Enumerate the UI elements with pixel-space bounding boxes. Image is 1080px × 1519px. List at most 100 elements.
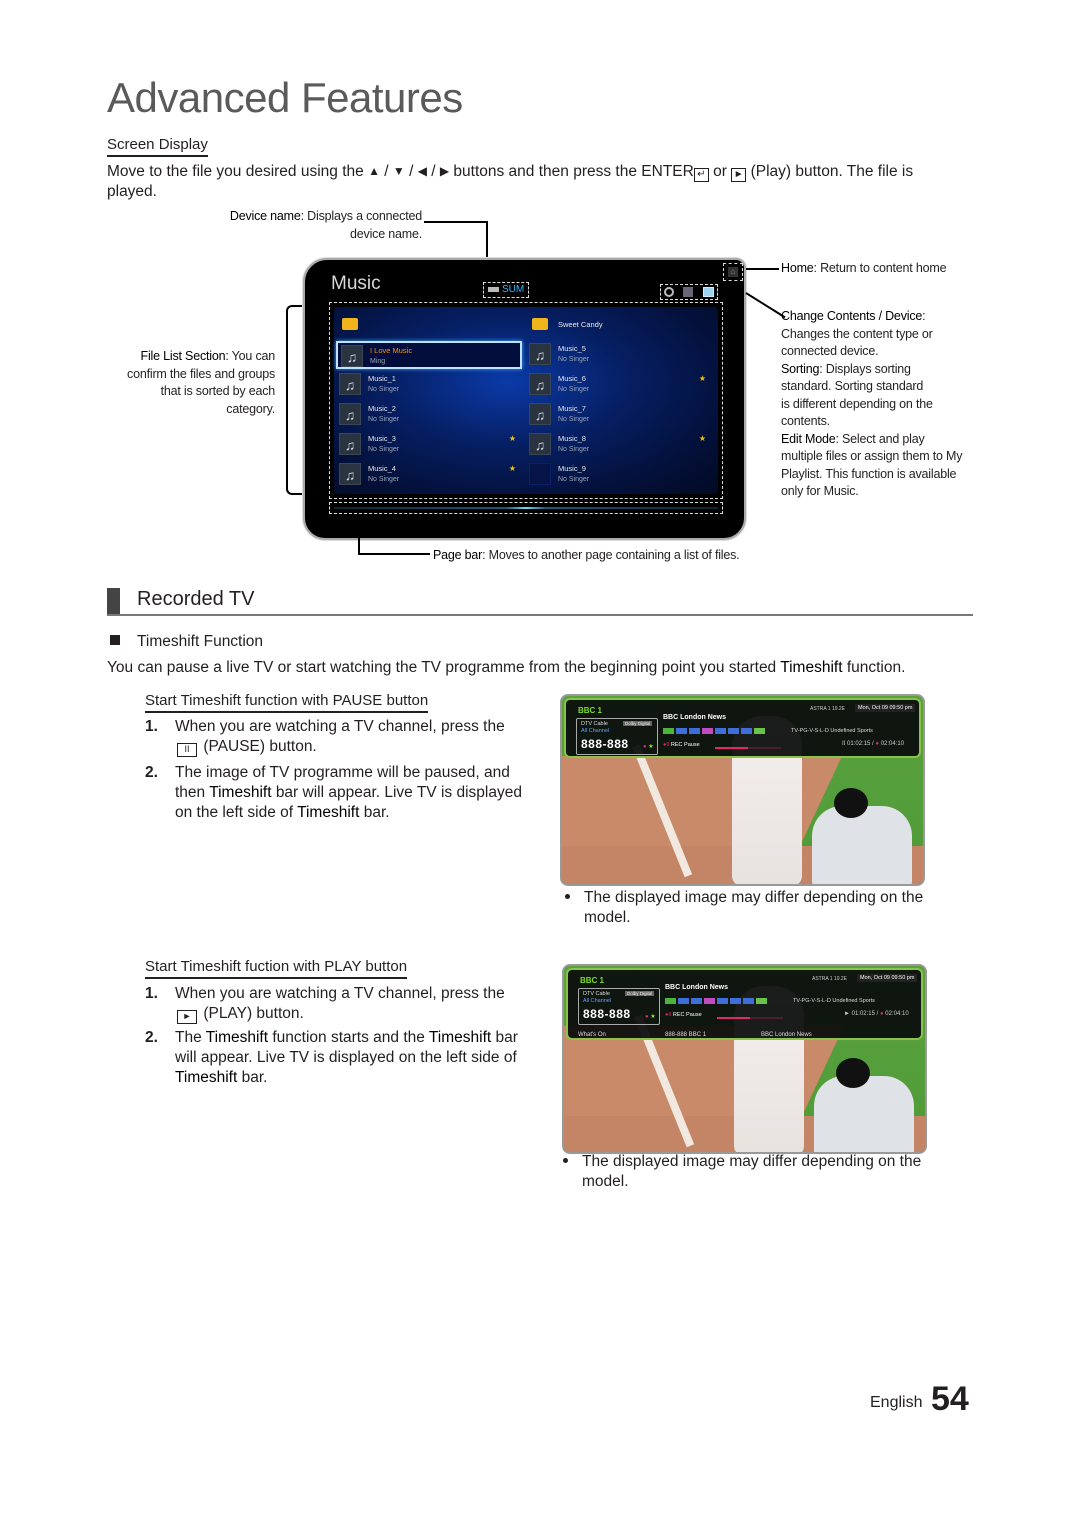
- file-artist: No Singer: [368, 386, 400, 393]
- timeshift-play-screenshot: BBC 1 DTV Cable All Channel Dolby Digital 88…: [562, 964, 927, 1154]
- down-arrow-icon: ▼: [392, 164, 405, 178]
- callout-term: Home: [781, 261, 814, 275]
- rec-status: ●II REC Pause: [663, 742, 700, 748]
- timeshift-intro: You can pause a live TV or start watchin…: [107, 658, 987, 678]
- intro-text: Move to the file you desired using the: [107, 163, 364, 180]
- intro-text: You can pause a live TV or start watchin…: [107, 659, 777, 676]
- channel-name: BBC 1: [578, 706, 603, 715]
- enter-icon: ↵: [693, 168, 709, 182]
- callout-text: standard. Sorting standard: [781, 379, 924, 393]
- edit-mode-icon[interactable]: [683, 287, 693, 297]
- programme-title: BBC London News: [665, 984, 728, 991]
- status-icons: ● ★: [645, 1014, 656, 1020]
- music-note-icon: ♫: [339, 463, 361, 485]
- music-note-icon: ♫: [529, 373, 551, 395]
- bullet-square: [110, 635, 120, 645]
- music-file-item[interactable]: ♫ Music_1 No Singer: [336, 371, 522, 399]
- screen-title: Music: [331, 273, 381, 294]
- music-file-item[interactable]: ♫ I Love Music Ming: [336, 341, 522, 369]
- up-arrow-icon: ▲: [368, 164, 380, 178]
- channel-list: All Channel: [581, 728, 610, 734]
- callout-text: is different depending on the: [781, 396, 933, 411]
- play-section-heading: Start Timeshift fuction with PLAY button: [145, 958, 408, 979]
- datetime: Mon, Oct 09 09:50 pm: [855, 704, 916, 712]
- intro-text: buttons and then press the: [453, 163, 637, 180]
- file-title: Music_3: [368, 434, 396, 443]
- file-title: Music_8: [558, 434, 586, 443]
- sort-icon[interactable]: [664, 287, 674, 297]
- file-title: Music_2: [368, 404, 396, 413]
- file-title: Music_6: [558, 374, 586, 383]
- change-contents-icon[interactable]: [703, 287, 714, 297]
- play-step-1: 1. When you are watching a TV channel, p…: [145, 984, 545, 1024]
- callout-term: Device name: [229, 209, 301, 223]
- step-bold: Timeshift: [209, 784, 272, 801]
- info-badges: [663, 728, 783, 735]
- callout-text: connected device.: [781, 344, 879, 358]
- file-artist: Ming: [370, 358, 386, 365]
- footer-language: English: [870, 1394, 923, 1411]
- step-bold: Timeshift: [175, 1069, 238, 1086]
- callout-text: that is sorted by each: [160, 384, 276, 398]
- callout-text: : Return to content home: [813, 261, 947, 275]
- status-icons: ● ★: [643, 744, 654, 750]
- satellite: ASTRA 1 19.2E: [810, 706, 846, 712]
- toolbar: [660, 284, 718, 300]
- rec-status: ●II REC Pause: [665, 1012, 702, 1018]
- callout-line: [746, 268, 779, 270]
- step-number: 1.: [145, 718, 158, 735]
- callout-text: multiple files or assign them to My: [781, 449, 963, 463]
- callout-term: Change Contents / Device: [781, 309, 923, 323]
- device-name-button[interactable]: SUM: [483, 282, 529, 298]
- enter-label: ENTER: [641, 163, 694, 180]
- audio-badge: Dolby Digital: [625, 991, 655, 996]
- step-text: will appear. Live TV is displayed on the…: [175, 1049, 517, 1066]
- step-text: bar.: [363, 804, 390, 821]
- intro-text: (Play) button. The file is: [750, 163, 914, 180]
- music-file-item[interactable]: ♫ Music_5 No Singer: [526, 341, 712, 369]
- rating-info: TV-PG-V-S-L-D Undefined Sports: [793, 998, 875, 1004]
- music-note-icon: ♫: [529, 343, 551, 365]
- callout-text: : Moves to another page containing a lis…: [482, 548, 740, 562]
- step-bold: Timeshift: [297, 804, 360, 821]
- step-text: then: [175, 784, 206, 801]
- music-file-item[interactable]: ♫ Music_8 No Singer ★: [526, 431, 712, 459]
- callout-line: [424, 221, 488, 223]
- callout-text: : Displays a connected: [300, 209, 423, 223]
- callout-line: [358, 530, 360, 554]
- info-badges: [665, 998, 785, 1005]
- folder-item[interactable]: [336, 311, 522, 339]
- time-readout: ► 01:02:15 / ● 02:04:10: [844, 1011, 909, 1017]
- music-file-item[interactable]: ♫ Music_7 No Singer: [526, 401, 712, 429]
- star-icon: ★: [508, 464, 516, 473]
- file-title: I Love Music: [370, 346, 413, 355]
- music-file-item[interactable]: Music_9 No Singer: [526, 461, 712, 489]
- callout-term: Edit Mode: [781, 431, 836, 446]
- music-file-item[interactable]: ♫ Music_3 No Singer ★: [336, 431, 522, 459]
- page-bar[interactable]: [329, 502, 723, 514]
- step-text: When you are watching a TV channel, pres…: [175, 985, 505, 1002]
- music-screen: Music SUM ⌂ ♫ I Love Music Ming ♫ Music_1 No …: [303, 258, 746, 540]
- home-button[interactable]: ⌂: [723, 263, 743, 281]
- music-file-item[interactable]: ♫ Music_4 No Singer ★: [336, 461, 522, 489]
- home-icon: ⌂: [728, 267, 738, 277]
- right-arrow-icon: ▶: [439, 164, 450, 178]
- music-file-item[interactable]: ♫ Music_6 No Singer ★: [526, 371, 712, 399]
- step-text: function starts and the: [272, 1029, 425, 1046]
- satellite: ASTRA 1 19.2E: [812, 976, 848, 982]
- callout-text: contents.: [781, 414, 830, 428]
- music-note-icon: ♫: [529, 433, 551, 455]
- intro-text: function.: [846, 659, 906, 676]
- folder-item[interactable]: Sweet Candy: [526, 311, 712, 339]
- file-artist: No Singer: [368, 476, 400, 483]
- file-title: Music_7: [558, 404, 586, 413]
- star-icon: ★: [698, 374, 706, 383]
- time-readout: II 01:02:15 / ● 02:04:10: [842, 741, 905, 747]
- page-bar-indicator: [334, 507, 718, 509]
- file-title: Music_5: [558, 344, 586, 353]
- music-file-item[interactable]: ♫ Music_2 No Singer: [336, 401, 522, 429]
- file-title: Music_4: [368, 464, 396, 473]
- file-artist: No Singer: [558, 446, 590, 453]
- folder-icon: [529, 313, 551, 335]
- star-icon: ★: [698, 434, 706, 443]
